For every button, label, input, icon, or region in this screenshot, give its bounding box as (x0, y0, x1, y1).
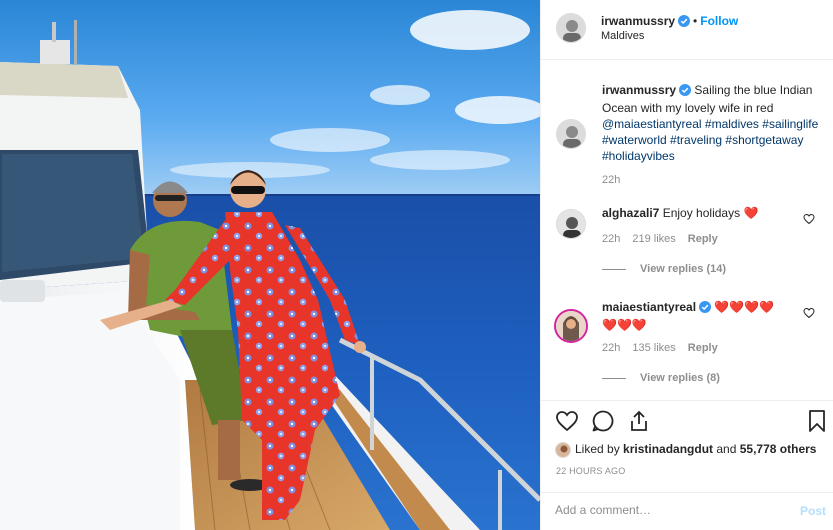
comment-username[interactable]: maiaestiantyreal (602, 300, 696, 314)
caption-time[interactable]: 22h (602, 174, 620, 186)
caption-mention-link[interactable]: @maiaestiantyreal (602, 117, 702, 131)
post-location[interactable]: Maldives (601, 30, 644, 42)
heart-emojis: ❤️❤️❤️❤️ (714, 300, 775, 314)
view-replies-label: View replies (8) (640, 372, 720, 384)
comment-body: Enjoy holidays (662, 206, 741, 220)
heart-emojis-line2: ❤️❤️❤️ (602, 318, 647, 332)
comment-like-heart-icon[interactable] (803, 213, 815, 228)
comment-text: maiaestiantyreal ❤️❤️❤️❤️ ❤️❤️❤️ (602, 299, 792, 333)
likes-summary[interactable]: Liked by kristinadangdut and 55,778 othe… (555, 442, 816, 458)
commenter-avatar[interactable] (556, 209, 586, 239)
post-comment-button[interactable]: Post (800, 504, 826, 518)
comments-list[interactable]: irwanmussry Sailing the blue Indian Ocea… (541, 61, 833, 400)
commenter-avatar[interactable] (554, 309, 588, 343)
view-replies-label: View replies (14) (640, 263, 727, 275)
heart-icon[interactable] (555, 409, 579, 436)
author-username[interactable]: irwanmussry (601, 14, 675, 28)
yacht-photo-illustration (0, 0, 540, 530)
verified-badge-icon (699, 301, 712, 317)
post-photo[interactable] (0, 0, 540, 530)
caption-author-avatar[interactable] (556, 119, 586, 149)
liker-avatar[interactable] (555, 442, 571, 458)
comment-meta: 22h 219 likes Reply (602, 233, 730, 245)
view-replies-line (602, 268, 626, 270)
liker-username[interactable]: kristinadangdut (623, 442, 713, 456)
comment-time[interactable]: 22h (602, 342, 620, 354)
add-comment-bar: Post (541, 492, 833, 530)
comment-icon[interactable] (591, 409, 615, 436)
view-replies-button[interactable]: View replies (8) (602, 372, 720, 384)
comment-input[interactable] (555, 503, 775, 517)
post-timestamp[interactable]: 22 HOURS AGO (556, 466, 625, 476)
post-header: irwanmussry • Follow Maldives (541, 0, 833, 60)
comment-reply-button[interactable]: Reply (688, 233, 718, 245)
caption-username[interactable]: irwanmussry (602, 83, 676, 97)
view-replies-button[interactable]: View replies (14) (602, 263, 726, 275)
author-avatar[interactable] (556, 13, 586, 43)
likes-prefix: Liked by (575, 442, 624, 457)
header-line: irwanmussry • Follow (601, 14, 738, 31)
caption-text: irwanmussry Sailing the blue Indian Ocea… (602, 82, 822, 164)
separator-dot: • (693, 14, 698, 28)
share-icon[interactable] (627, 409, 651, 436)
verified-badge-icon (678, 15, 691, 31)
bookmark-icon[interactable] (807, 409, 827, 436)
comment-like-heart-icon[interactable] (803, 307, 815, 322)
comment-username[interactable]: alghazali7 (602, 206, 659, 220)
comment-time[interactable]: 22h (602, 233, 620, 245)
verified-badge-icon (679, 84, 692, 100)
comment-meta: 22h 135 likes Reply (602, 342, 730, 354)
view-replies-line (602, 377, 626, 379)
post-side-panel: irwanmussry • Follow Maldives irwanmussry … (540, 0, 833, 530)
likes-count[interactable]: 55,778 others (740, 442, 817, 456)
comment-reply-button[interactable]: Reply (688, 342, 718, 354)
likes-middle: and (713, 442, 740, 457)
comment-text: alghazali7 Enjoy holidays ❤️ (602, 205, 792, 221)
follow-button[interactable]: Follow (700, 14, 738, 28)
comment-likes[interactable]: 135 likes (632, 342, 675, 354)
heart-emoji: ❤️ (743, 206, 759, 220)
comment-likes[interactable]: 219 likes (632, 233, 675, 245)
